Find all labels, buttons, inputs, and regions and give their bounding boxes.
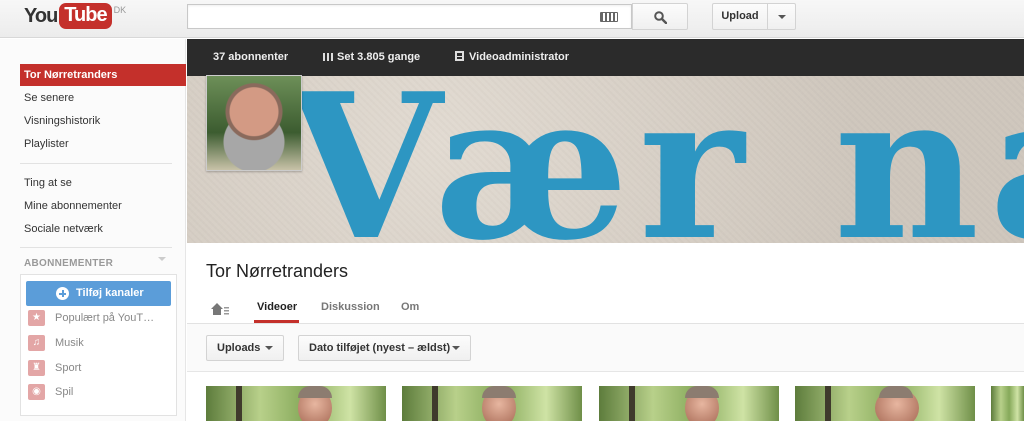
subscription-item-popular[interactable]: ★ Populært på YouT… <box>28 308 173 328</box>
subscription-item-sport[interactable]: ♜ Sport <box>28 358 173 378</box>
video-thumbnail[interactable] <box>206 386 386 421</box>
uploads-dropdown-label: Uploads <box>217 342 261 354</box>
view-count: Set 3.805 gange <box>323 39 420 76</box>
tree-trunk <box>432 386 438 421</box>
keyboard-icon[interactable] <box>600 12 618 22</box>
headphones-icon: ♫ <box>28 335 45 351</box>
sidebar-item-what-to-watch[interactable]: Ting at se <box>20 172 186 194</box>
sidebar-item-playlists[interactable]: Playlister <box>20 133 186 155</box>
subscriber-count: 37 abonnenter <box>213 51 289 63</box>
video-manager-label: Videoadministrator <box>469 51 570 63</box>
presenter-hair <box>685 386 719 398</box>
star-icon: ★ <box>28 310 45 326</box>
sidebar-divider <box>20 247 172 248</box>
youtube-logo[interactable]: You Tube DK <box>24 3 126 29</box>
add-channels-button[interactable]: Tilføj kanaler <box>26 281 171 306</box>
subscription-item-games[interactable]: ◉ Spil <box>28 382 173 402</box>
tree-trunk <box>825 386 831 421</box>
subscription-label: Musik <box>55 337 84 349</box>
subscription-label: Populært på YouT… <box>55 312 155 324</box>
video-manager-icon <box>455 51 464 61</box>
view-count-label: Set 3.805 gange <box>337 51 421 63</box>
upload-menu-button[interactable] <box>767 3 796 30</box>
gamepad-icon: ◉ <box>28 384 45 400</box>
subscription-label: Spil <box>55 386 74 398</box>
channel-banner: Vær næ <box>187 76 1024 243</box>
video-thumbnail[interactable] <box>599 386 779 421</box>
video-thumbnail[interactable] <box>991 386 1024 421</box>
video-thumbnail[interactable] <box>402 386 582 421</box>
sidebar-item-watch-later[interactable]: Se senere <box>20 87 186 109</box>
upload-button[interactable]: Upload <box>712 3 768 30</box>
subscription-item-music[interactable]: ♫ Musik <box>28 333 173 353</box>
sidebar-item-social[interactable]: Sociale netværk <box>20 218 186 240</box>
sidebar-item-history[interactable]: Visningshistorik <box>20 110 186 132</box>
sort-dropdown[interactable]: Dato tilføjet (nyest – ældst) <box>298 335 471 361</box>
presenter-hair <box>298 386 332 398</box>
plus-circle-icon <box>56 287 69 300</box>
tab-videos[interactable]: Videoer <box>257 301 297 313</box>
search-button[interactable] <box>632 3 688 30</box>
chevron-down-icon[interactable] <box>158 257 166 261</box>
tree-trunk <box>629 386 635 421</box>
subscriptions-heading: ABONNEMENTER <box>24 258 114 269</box>
search-icon <box>654 11 667 24</box>
add-channels-label: Tilføj kanaler <box>76 287 144 299</box>
tree-trunk <box>236 386 242 421</box>
logo-country-code: DK <box>113 5 127 15</box>
masthead: You Tube DK Upload <box>0 0 1024 38</box>
subscription-label: Sport <box>55 362 82 374</box>
video-thumbnail[interactable] <box>795 386 975 421</box>
sort-dropdown-label: Dato tilføjet (nyest – ældst) <box>309 342 451 354</box>
sidebar-item-channel[interactable]: Tor Nørretranders <box>20 64 186 86</box>
chevron-down-icon <box>778 15 786 19</box>
tab-about[interactable]: Om <box>401 301 419 313</box>
search-input[interactable] <box>187 4 632 29</box>
channel-title: Tor Nørretranders <box>206 261 349 281</box>
bar-chart-icon <box>323 53 333 61</box>
banner-text: Vær næ <box>287 76 1024 243</box>
channel-avatar[interactable] <box>206 75 302 171</box>
channel-stats-bar: 37 abonnenter Set 3.805 gange Videoadmin… <box>187 39 1024 76</box>
chevron-down-icon <box>265 346 273 350</box>
home-icon[interactable] <box>210 302 230 316</box>
presenter-hair <box>879 386 913 398</box>
sidebar-item-my-subscriptions[interactable]: Mine abonnementer <box>20 195 186 217</box>
uploads-dropdown[interactable]: Uploads <box>206 335 284 361</box>
logo-you: You <box>24 5 58 27</box>
chevron-down-icon <box>452 346 460 350</box>
trophy-icon: ♜ <box>28 360 45 376</box>
presenter-hair <box>482 386 516 398</box>
logo-tube: Tube <box>59 3 112 29</box>
sidebar-divider <box>20 163 172 164</box>
video-manager-link[interactable]: Videoadministrator <box>455 39 569 76</box>
tab-discussion[interactable]: Diskussion <box>321 301 380 313</box>
